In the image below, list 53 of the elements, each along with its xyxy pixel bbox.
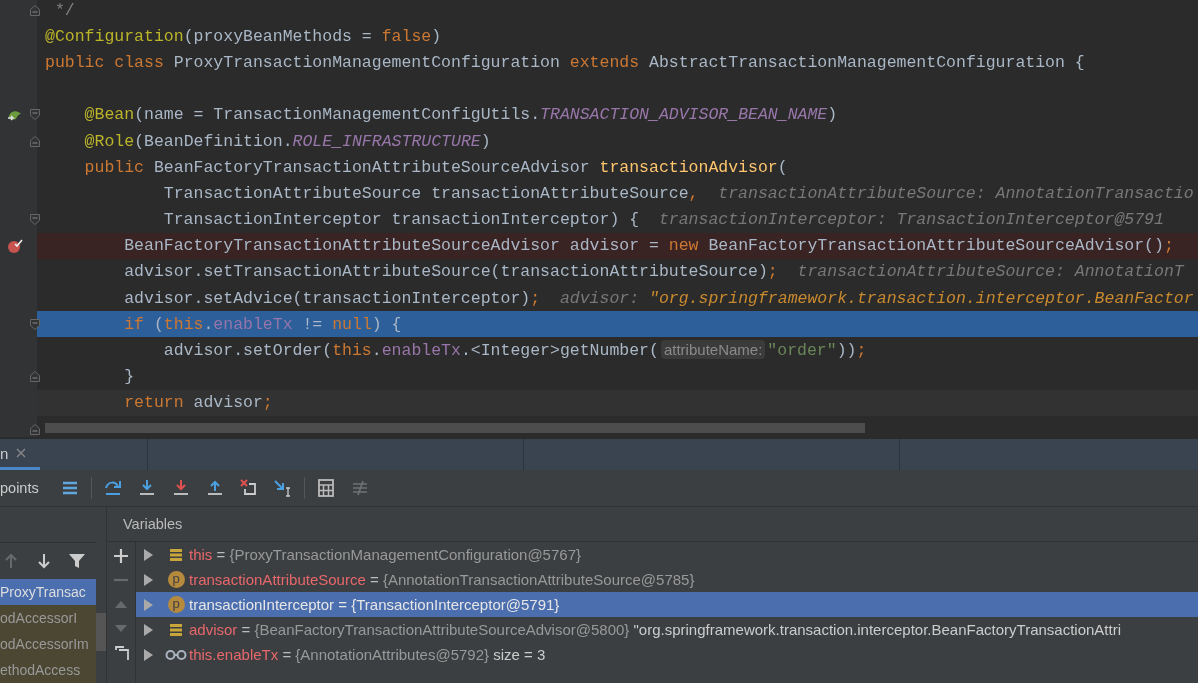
stack-frame[interactable]: odAccessorIm (0, 631, 96, 657)
filter-icon[interactable] (66, 552, 87, 570)
expand-arrow-icon[interactable] (144, 548, 153, 561)
fold-icon[interactable] (30, 371, 40, 383)
field-icon (168, 546, 184, 563)
breakpoint-icon[interactable] (7, 237, 23, 254)
code-line: BeanFactoryTransactionAttributeSourceAdvisor advisor = new BeanFactoryTransactionAttributeSourceAdvisor(); (123, 236, 1174, 256)
fold-icon[interactable] (30, 135, 40, 147)
scrollbar-thumb[interactable] (96, 613, 106, 651)
code-line: TransactionAttributeSource transactionAttributeSource, transactionAttributeSource: AnnotationTransactio (162, 183, 1194, 203)
parameter-icon: p (167, 596, 185, 613)
fold-icon[interactable] (30, 318, 40, 330)
glasses-icon (165, 648, 187, 661)
variable-text: advisor = {BeanFactoryTransactionAttributeSourceAdvisor@5800} "org.springframework.transaction.interceptor.BeanFactoryTransactionAttri (189, 621, 1121, 638)
code-line: @Role(BeanDefinition.ROLE_INFRASTRUCTURE) (83, 131, 491, 151)
expand-arrow-icon[interactable] (144, 648, 153, 661)
code-line: } (123, 367, 135, 387)
variable-text: this = {ProxyTransactionManagementConfiguration@5767} (189, 546, 581, 563)
code-line: advisor.setAdvice(transactionInterceptor); advisor: "org.springframework.transaction.interceptor.BeanFactor (123, 288, 1194, 308)
fold-icon[interactable] (30, 423, 40, 435)
fold-icon[interactable] (30, 4, 40, 16)
variable-row[interactable]: this.enableTx = {AnnotationAttributes@5792} size = 3 (136, 642, 1198, 667)
panel-title: Variables (107, 507, 1198, 542)
variable-row[interactable]: p transactionAttributeSource = {AnnotationTransactionAttributeSource@5785} (136, 567, 1198, 592)
scrollbar-thumb[interactable] (45, 423, 865, 433)
fold-icon[interactable] (30, 109, 40, 121)
variable-row[interactable]: p transactionInterceptor = {TransactionInterceptor@5791} (136, 592, 1198, 617)
variable-text: transactionInterceptor = {TransactionInterceptor@5791} (189, 596, 560, 613)
stack-frame[interactable]: odAccessorI (0, 605, 96, 631)
code-line: advisor.setOrder(this.enableTx.<Integer>getNumber( attributeName: "order")); (162, 341, 867, 361)
variable-text: this.enableTx = {AnnotationAttributes@5792} size = 3 (189, 646, 546, 663)
fold-icon[interactable] (30, 214, 40, 226)
close-icon[interactable] (16, 448, 27, 458)
code-line: */ (53, 0, 75, 20)
expand-arrow-icon[interactable] (144, 573, 153, 586)
parameter-icon: p (167, 571, 185, 588)
variable-row[interactable]: this = {ProxyTransactionManagementConfiguration@5767} (136, 542, 1198, 567)
expand-arrow-icon[interactable] (144, 598, 153, 611)
code-line: return advisor; (123, 393, 273, 413)
field-icon (168, 621, 184, 638)
code-line: public BeanFactoryTransactionAttributeSourceAdvisor transactionAdvisor( (83, 157, 788, 177)
code-line: advisor.setTransactionAttributeSource(transactionAttributeSource); transactionAttributeSource: AnnotationT (123, 262, 1184, 282)
stack-frame[interactable]: ProxyTransac (0, 579, 96, 605)
variable-text: transactionAttributeSource = {AnnotationTransactionAttributeSource@5785} (189, 571, 695, 588)
stack-frame[interactable]: ethodAccess (0, 657, 96, 683)
code-line: public class ProxyTransactionManagementConfiguration extends AbstractTransactionManagementConfiguration { (45, 52, 1085, 72)
code-line: if (this.enableTx != null) { (123, 314, 402, 334)
variable-row[interactable]: advisor = {BeanFactoryTransactionAttributeSourceAdvisor@5800} "org.springframework.transaction.interceptor.BeanFactoryTransactionAttri (136, 617, 1198, 642)
code-line: @Configuration(proxyBeanMethods = false) (45, 26, 442, 46)
code-line: TransactionInterceptor transactionInterceptor) { transactionInterceptor: TransactionInterceptor@5791 (162, 210, 1164, 230)
code-line: @Bean(name = TransactionManagementConfigUtils.TRANSACTION_ADVISOR_BEAN_NAME) (83, 105, 838, 125)
expand-arrow-icon[interactable] (144, 623, 153, 636)
breakpoints-label[interactable]: points (0, 480, 39, 496)
